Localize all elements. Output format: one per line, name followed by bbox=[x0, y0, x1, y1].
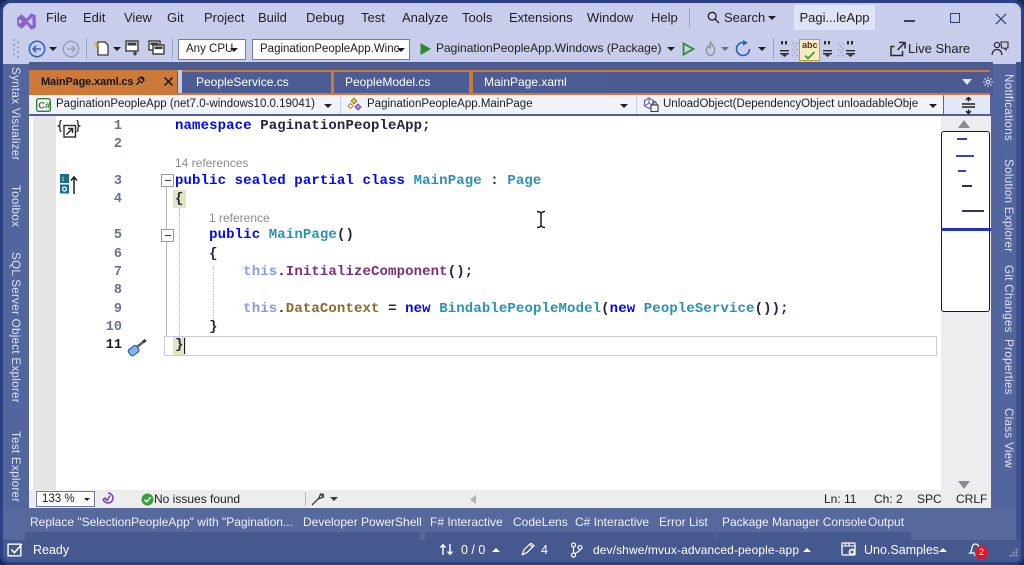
svg-text:C#: C# bbox=[38, 101, 51, 112]
svg-text:I: I bbox=[62, 177, 64, 184]
